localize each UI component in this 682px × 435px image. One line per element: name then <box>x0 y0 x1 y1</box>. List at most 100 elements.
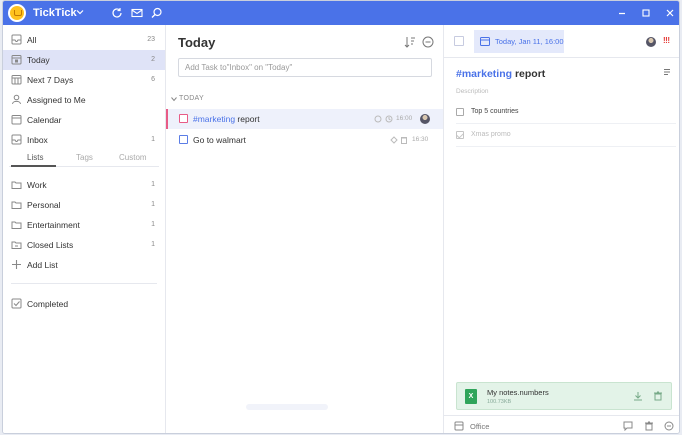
completed-check-icon <box>11 298 22 309</box>
subtask-text[interactable]: Top 5 countries <box>471 108 518 115</box>
trash-icon[interactable] <box>653 391 663 401</box>
app-name[interactable]: TickTick <box>33 7 77 19</box>
subtask-checkbox[interactable] <box>456 131 464 139</box>
sidebar-item-label: Inbox <box>27 135 48 145</box>
hint-bar <box>246 404 328 410</box>
minimize-icon[interactable] <box>615 6 629 20</box>
list-folder-icon[interactable] <box>454 421 464 431</box>
assignee-avatar[interactable] <box>420 114 430 124</box>
task-checkbox[interactable] <box>179 135 188 144</box>
sort-icon[interactable] <box>404 36 416 48</box>
app-logo-icon[interactable] <box>8 4 26 22</box>
sidebar: All 23 Today 2 Next 7 Days 6 Assigned to… <box>3 25 166 433</box>
task-list-name[interactable]: Office <box>470 422 489 431</box>
user-icon <box>12 94 21 105</box>
subtask-text[interactable]: Xmas promo <box>471 131 511 138</box>
chevron-down-icon[interactable] <box>76 8 84 16</box>
sidebar-item-work[interactable]: Work 1 <box>3 175 165 195</box>
list-view-icon[interactable] <box>663 68 671 76</box>
folder-icon <box>11 181 22 189</box>
calendar-icon <box>480 37 490 46</box>
subtask-row[interactable]: Top 5 countries <box>456 104 676 124</box>
sidebar-item-entertainment[interactable]: Entertainment 1 <box>3 215 165 235</box>
task-list-pane: Today TODAY #marketing report 16:00 Go t… <box>166 25 444 433</box>
sidebar-item-label: Closed Lists <box>27 240 74 250</box>
sidebar-item-count: 2 <box>151 56 155 63</box>
inbox-all-icon <box>11 34 22 45</box>
sidebar-item-completed[interactable]: Completed <box>3 294 165 314</box>
due-date-text[interactable]: Today, Jan 11, 16:00 <box>495 37 564 46</box>
sidebar-item-label: Calendar <box>27 115 62 125</box>
detail-checkbox[interactable] <box>454 36 464 46</box>
assignee-avatar[interactable] <box>646 37 656 47</box>
task-row[interactable]: #marketing report 16:00 <box>166 109 443 129</box>
maximize-icon[interactable] <box>639 6 653 20</box>
title-bar: TickTick <box>3 1 679 25</box>
close-icon[interactable] <box>663 6 677 20</box>
more-options-icon[interactable] <box>422 36 434 48</box>
numbers-file-icon: X <box>465 389 477 404</box>
add-list-label: Add List <box>27 260 58 270</box>
sidebar-item-label: Personal <box>27 200 61 210</box>
attachment-card[interactable]: X My notes.numbers 100.73KB <box>456 382 672 410</box>
sidebar-item-label: Completed <box>27 299 69 309</box>
section-title: TODAY <box>179 95 204 102</box>
description-placeholder[interactable]: Description <box>456 88 489 95</box>
sidebar-item-closed-lists[interactable]: Closed Lists 1 <box>3 235 165 255</box>
sync-icon[interactable] <box>111 7 123 19</box>
calendar-week-icon <box>11 75 22 85</box>
attachment-size: 100.73KB <box>487 399 512 405</box>
task-tag[interactable]: #marketing <box>456 68 512 80</box>
sidebar-item-count: 1 <box>151 201 155 208</box>
task-row[interactable]: Go to walmart 16:30 <box>166 130 443 150</box>
comment-icon[interactable] <box>623 421 633 431</box>
task-detail-title[interactable]: #marketing report <box>456 68 545 80</box>
subtask-checkbox[interactable] <box>456 108 464 116</box>
folder-icon <box>11 201 22 209</box>
more-options-icon[interactable] <box>664 421 674 431</box>
sidebar-item-assigned-to-me[interactable]: Assigned to Me <box>3 90 165 110</box>
folder-icon <box>11 221 22 229</box>
sidebar-item-today[interactable]: Today 2 <box>3 50 165 70</box>
sidebar-item-label: Assigned to Me <box>27 95 86 105</box>
trash-icon[interactable] <box>644 421 654 431</box>
sidebar-item-label: Work <box>27 180 47 190</box>
task-checkbox[interactable] <box>179 114 188 123</box>
sidebar-item-next-7-days[interactable]: Next 7 Days 6 <box>3 70 165 90</box>
sidebar-tabs: Lists Tags Custom <box>9 151 159 167</box>
subtask-row[interactable]: Xmas promo <box>456 127 676 147</box>
reminder-icon <box>390 136 398 144</box>
priority-flag[interactable]: !!! <box>663 36 670 45</box>
plus-icon <box>12 260 21 269</box>
attachment-name: My notes.numbers <box>487 388 549 397</box>
sidebar-item-personal[interactable]: Personal 1 <box>3 195 165 215</box>
task-tag[interactable]: #marketing <box>193 114 235 124</box>
collapse-arrow-icon[interactable] <box>171 96 177 102</box>
archive-folder-icon <box>11 241 22 249</box>
tab-tags[interactable]: Tags <box>76 153 93 162</box>
add-task-input[interactable] <box>178 58 432 77</box>
sidebar-item-count: 1 <box>151 136 155 143</box>
ticktick-window: TickTick All 23 Today 2 Next 7 Days 6 As… <box>2 0 680 434</box>
sidebar-item-calendar[interactable]: Calendar <box>3 110 165 130</box>
task-title: #marketing report <box>193 114 260 124</box>
search-icon[interactable] <box>151 7 163 19</box>
calendar-today-icon <box>11 55 22 65</box>
tab-custom[interactable]: Custom <box>119 153 147 162</box>
sidebar-item-count: 23 <box>147 36 155 43</box>
sidebar-item-all[interactable]: All 23 <box>3 30 165 50</box>
sidebar-item-label: Next 7 Days <box>27 75 74 85</box>
trash-icon <box>401 137 407 144</box>
sidebar-item-inbox[interactable]: Inbox 1 <box>3 130 165 150</box>
sidebar-item-count: 1 <box>151 181 155 188</box>
sidebar-item-count: 6 <box>151 76 155 83</box>
mail-icon[interactable] <box>131 7 143 19</box>
task-detail-pane: Today, Jan 11, 16:00 !!! #marketing repo… <box>444 25 679 433</box>
add-list-button[interactable]: Add List <box>3 255 165 275</box>
detail-header: Today, Jan 11, 16:00 !!! <box>444 25 679 58</box>
sidebar-item-label: All <box>27 35 37 45</box>
download-icon[interactable] <box>633 391 643 401</box>
tab-lists[interactable]: Lists <box>27 153 43 162</box>
reminder-icon <box>385 115 393 123</box>
task-due-time: 16:00 <box>396 115 413 122</box>
